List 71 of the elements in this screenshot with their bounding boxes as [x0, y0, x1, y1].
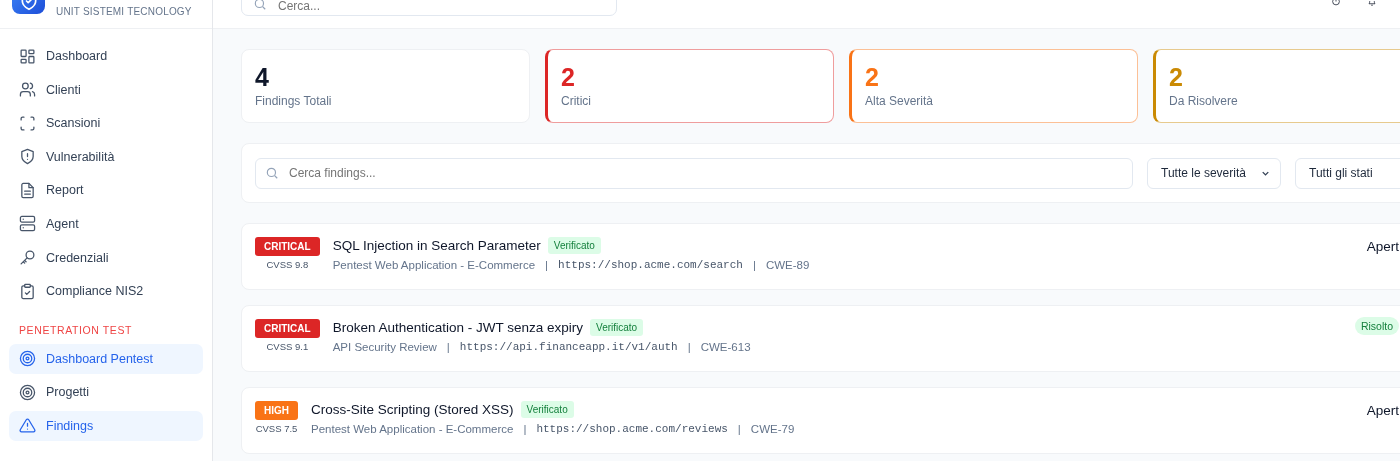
finding-title: SQL Injection in Search Parameter	[332, 238, 541, 253]
target-url: https://shop.acme.com/search	[558, 259, 743, 271]
verified-badge: Verificato	[590, 319, 644, 336]
separator: |	[687, 341, 691, 353]
finding-card[interactable]: HIGH CVSS 7.5 Cross-Site Scripting (Stored XSS) Verificato Pentest Web Application - E-Commerce | https://shop.acme.com/reviews | CWE-79 Apert	[241, 387, 1400, 454]
search-icon	[253, 0, 267, 11]
sidebar-item[interactable]: Findings	[9, 410, 203, 441]
stat-value: 2	[865, 64, 880, 92]
severity-badge: HIGH	[255, 401, 298, 420]
stat-label: Da Risolvere	[1169, 93, 1239, 108]
cvss-score: CVSS 7.5	[255, 423, 298, 434]
sidebar-item[interactable]: Dashboard Pentest	[9, 343, 203, 374]
separator: |	[752, 259, 756, 271]
verified-badge: Verificato	[547, 237, 601, 254]
project-name: Pentest Web Application - E-Commerce	[311, 423, 514, 435]
cwe-id: CWE-613	[700, 341, 751, 353]
stat-value: 2	[561, 64, 576, 92]
sidebar-item[interactable]: Progetti	[9, 377, 203, 408]
stat-label: Findings Totali	[255, 93, 333, 108]
filter-dropdown[interactable]: Tutti gli stati	[1295, 157, 1400, 189]
status-label: Apert	[1366, 239, 1399, 254]
finding-title: Broken Authentication - JWT senza expiry	[332, 320, 584, 335]
target-icon	[19, 350, 36, 368]
section-title: PENETRATION TEST	[18, 322, 134, 338]
server-icon	[19, 215, 36, 233]
clipboard-icon	[19, 282, 36, 300]
separator: |	[737, 423, 741, 435]
sidebar-item[interactable]: Dashboard	[9, 41, 203, 71]
key-icon	[19, 249, 36, 267]
grid-icon	[19, 47, 36, 65]
stat-value: 4	[255, 64, 270, 92]
status-label: Apert	[1366, 403, 1399, 418]
warning-icon	[19, 417, 36, 435]
shield-icon	[19, 148, 36, 166]
search-field[interactable]: Cerca...	[241, 0, 617, 16]
document-icon	[19, 181, 36, 199]
cvss-score: CVSS 9.1	[266, 341, 309, 352]
sidebar-item[interactable]: Agent	[9, 208, 203, 239]
status-badge: Risolto	[1354, 317, 1399, 335]
target-icon	[19, 383, 36, 401]
cwe-id: CWE-79	[750, 423, 795, 435]
verified-badge: Verificato	[520, 401, 574, 418]
scan-icon	[19, 114, 36, 132]
sidebar-item[interactable]: Credenziali	[9, 242, 203, 273]
separator: |	[523, 423, 527, 435]
target-url: https://api.financeapp.it/v1/auth	[459, 341, 678, 353]
severity-badge: CRITICAL	[255, 237, 320, 256]
finding-card[interactable]: CRITICAL CVSS 9.8 SQL Injection in Search Parameter Verificato Pentest Web Application - E-Commerce | https://shop.acme.com/search | CWE-89 Apert	[241, 223, 1400, 290]
sidebar-item[interactable]: Vulnerabilità	[9, 141, 203, 172]
project-name: Pentest Web Application - E-Commerce	[332, 259, 536, 271]
findings-search-field[interactable]: Cerca findings...	[255, 157, 1133, 189]
separator: |	[545, 259, 549, 271]
finding-card[interactable]: CRITICAL CVSS 9.1 Broken Authentication - JWT senza expiry Verificato API Security Review | https://api.financeapp.it/v1/auth | CWE-613 Risolto	[241, 305, 1400, 372]
stat-value: 2	[1169, 64, 1184, 92]
sidebar-item[interactable]: Clienti	[9, 74, 203, 105]
search-icon	[265, 165, 279, 180]
brand-subtitle: UNIT SISTEMI TECNOLOGY	[56, 7, 192, 17]
target-url: https://shop.acme.com/reviews	[536, 423, 728, 435]
cvss-score: CVSS 9.8	[266, 259, 309, 270]
finding-title: Cross-Site Scripting (Stored XSS)	[311, 402, 514, 417]
project-name: API Security Review	[332, 341, 437, 353]
users-icon	[19, 81, 36, 99]
filter-dropdown[interactable]: Tutte le severità	[1147, 157, 1281, 189]
sidebar-item[interactable]: Report	[9, 175, 203, 206]
cwe-id: CWE-89	[765, 259, 810, 271]
stat-label: Alta Severità	[865, 93, 935, 108]
severity-badge: CRITICAL	[255, 319, 320, 338]
stat-label: Critici	[561, 93, 592, 108]
sidebar-item[interactable]: Compliance NIS2	[9, 276, 203, 307]
separator: |	[446, 341, 450, 353]
sidebar-item[interactable]: Scansioni	[9, 108, 203, 139]
